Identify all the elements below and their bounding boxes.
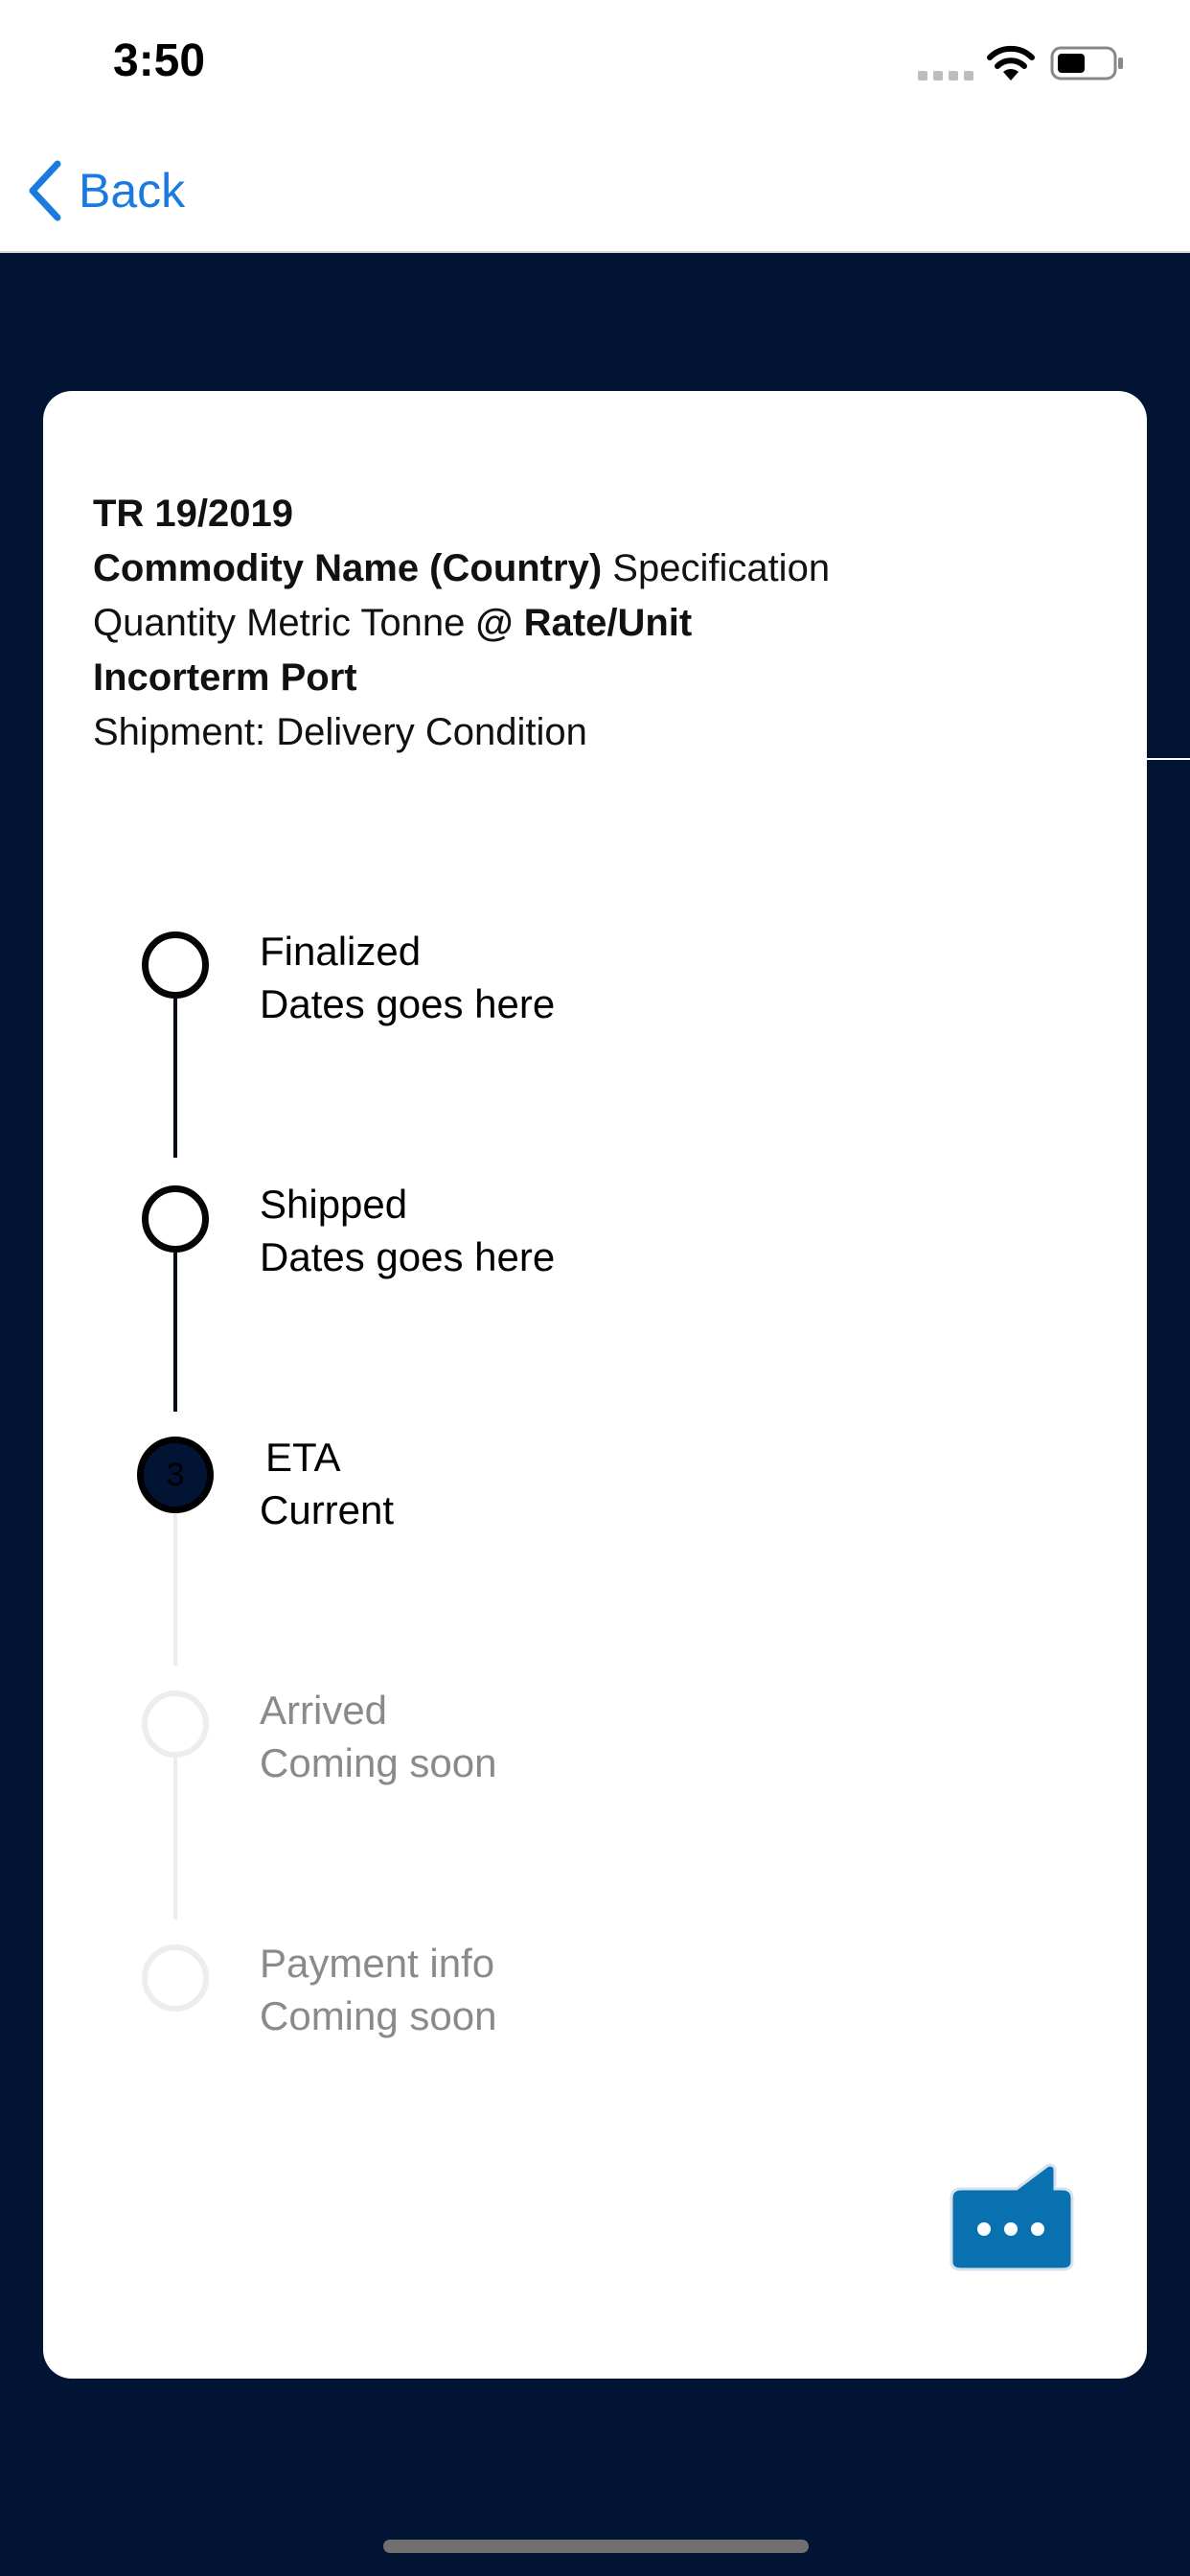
navigation-bar: Back (0, 126, 1190, 253)
shipment-timeline: Finalized Dates goes here Shipped Dates … (43, 391, 1147, 2379)
chevron-left-icon (29, 160, 61, 221)
status-bar: 3:50 (0, 0, 1190, 126)
step-title: Finalized (260, 929, 422, 974)
step-subtitle: Dates goes here (260, 1234, 556, 1279)
chat-bubble-icon (950, 2163, 1074, 2271)
step-subtitle: Coming soon (260, 1993, 497, 2038)
step-title: Arrived (260, 1688, 388, 1733)
divider (1146, 758, 1190, 760)
timeline-step-finalized: Finalized Dates goes here (260, 925, 555, 1030)
timeline-step-arrived: Arrived Coming soon (260, 1684, 496, 1789)
timeline-step-shipped: Shipped Dates goes here (260, 1178, 555, 1283)
contract-card: TR 19/2019 Commodity Name (Country) Spec… (43, 391, 1147, 2379)
timeline-step-marker (142, 1944, 209, 2012)
timeline-step-marker-current: 3 (137, 1437, 214, 1513)
step-number: 3 (166, 1456, 185, 1493)
timeline-step-payment-info: Payment info Coming soon (260, 1937, 496, 2042)
home-indicator[interactable] (383, 2540, 809, 2553)
wifi-icon (987, 45, 1035, 80)
timeline-step-eta: ETA Current (260, 1431, 394, 1536)
timeline-step-marker (142, 932, 209, 999)
step-subtitle: Dates goes here (260, 981, 556, 1026)
back-button-label: Back (79, 164, 186, 218)
cellular-signal-icon (918, 71, 973, 80)
step-subtitle: Current (260, 1487, 395, 1532)
screen: 3:50 Back TR 19/2019 Commodity Name (Cou… (0, 0, 1190, 2576)
chat-button[interactable] (948, 2160, 1082, 2275)
step-title: Payment info (260, 1941, 495, 1986)
battery-icon (1050, 46, 1123, 80)
status-time: 3:50 (113, 35, 206, 86)
step-title: Shipped (260, 1182, 408, 1227)
timeline-step-marker (142, 1690, 209, 1758)
step-title: ETA (265, 1435, 341, 1480)
step-subtitle: Coming soon (260, 1740, 497, 1785)
back-button[interactable]: Back (25, 157, 185, 224)
timeline-step-marker (142, 1185, 209, 1253)
